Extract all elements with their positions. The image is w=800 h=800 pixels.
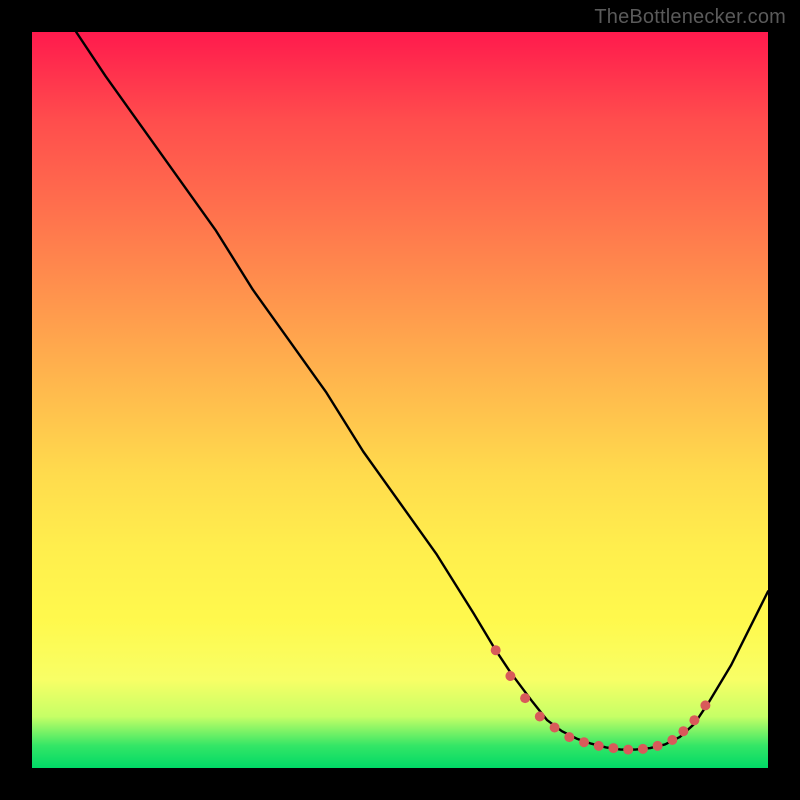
frame: TheBottlenecker.com xyxy=(0,0,800,800)
marker-dot xyxy=(678,726,688,736)
marker-dot xyxy=(579,737,589,747)
marker-dot xyxy=(535,712,545,722)
marker-dot xyxy=(491,645,501,655)
marker-dot xyxy=(550,723,560,733)
marker-dot xyxy=(667,735,677,745)
marker-dot xyxy=(638,744,648,754)
bottleneck-curve xyxy=(76,32,768,750)
marker-dot xyxy=(505,671,515,681)
marker-dot xyxy=(520,693,530,703)
watermark-text: TheBottlenecker.com xyxy=(594,6,786,29)
plot-area xyxy=(32,32,768,768)
marker-dot xyxy=(623,745,633,755)
marker-dot xyxy=(608,743,618,753)
marker-dot xyxy=(653,741,663,751)
marker-dot xyxy=(594,741,604,751)
marker-dot xyxy=(689,715,699,725)
chart-svg xyxy=(32,32,768,768)
marker-dot xyxy=(564,732,574,742)
marker-dot xyxy=(700,700,710,710)
